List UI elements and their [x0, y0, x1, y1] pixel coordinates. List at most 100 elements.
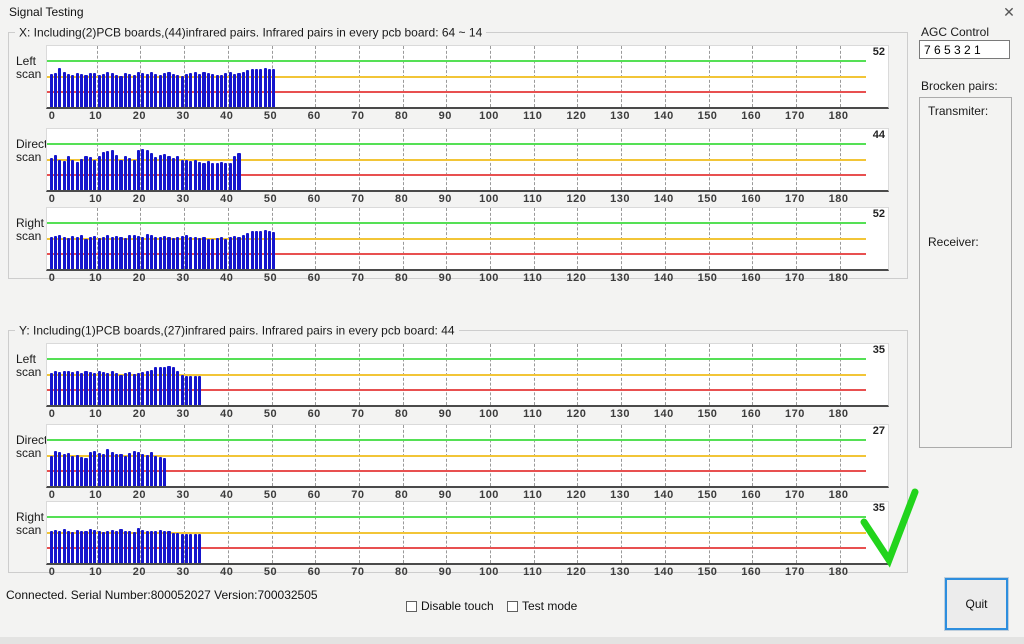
test-mode-checkbox[interactable]: Test mode: [507, 599, 577, 613]
signal-bar: [224, 73, 227, 107]
signal-bar: [102, 74, 105, 107]
signal-bar: [246, 233, 249, 269]
signal-bar: [98, 371, 101, 405]
signal-bar: [71, 75, 74, 107]
x-tick-label: 170: [785, 408, 805, 420]
quit-button[interactable]: Quit: [945, 578, 1008, 630]
signal-bar: [229, 163, 232, 190]
signal-bar: [106, 235, 109, 269]
signal-bar: [194, 72, 197, 107]
signal-bar: [63, 529, 66, 563]
x-tick-label: 160: [741, 489, 761, 501]
signal-bar: [220, 75, 223, 107]
signal-bar: [146, 150, 149, 190]
x-tick-label: 50: [264, 272, 277, 284]
signal-bar: [259, 231, 262, 269]
signal-bar: [54, 73, 57, 107]
signal-bar: [93, 160, 96, 191]
signal-bar: [119, 375, 122, 406]
agc-control-input[interactable]: [919, 40, 1010, 59]
close-icon[interactable]: ✕: [999, 2, 1019, 22]
signal-bar: [106, 449, 109, 486]
x-tick-label: 40: [220, 566, 233, 578]
signal-bar: [50, 531, 53, 563]
signal-bar: [216, 163, 219, 190]
signal-bar: [67, 238, 70, 269]
signal-bar: [58, 531, 61, 563]
signal-bar: [159, 530, 162, 563]
signal-bar: [224, 163, 227, 190]
signal-bar: [50, 456, 53, 487]
signal-bar: [233, 74, 236, 107]
signal-bar: [128, 235, 131, 269]
chart-plot-x-right: 52: [46, 207, 889, 271]
signal-bar: [98, 238, 101, 269]
x-tick-label: 30: [176, 110, 189, 122]
signal-bar: [119, 76, 122, 107]
x-tick-label: 90: [439, 408, 452, 420]
signal-bar: [172, 74, 175, 107]
scan-label: Left scan: [16, 55, 50, 81]
x-tick-label: 80: [395, 408, 408, 420]
scan-label: Direct scan: [16, 138, 50, 164]
x-tick-label: 130: [610, 566, 630, 578]
chart-row-y-direct: Direct scan 27 0102030405060708090100110…: [9, 424, 907, 502]
green-threshold-line: [47, 516, 866, 518]
x-tick-label: 160: [741, 272, 761, 284]
x-tick-label: 20: [133, 489, 146, 501]
checkbox-icon[interactable]: [507, 601, 518, 612]
signal-bar: [141, 73, 144, 107]
signal-bar: [198, 376, 201, 405]
checkbox-icon[interactable]: [406, 601, 417, 612]
x-tick-label: 60: [308, 272, 321, 284]
x-tick-label: 50: [264, 408, 277, 420]
x-tick-label: 50: [264, 566, 277, 578]
checkbox-label: Test mode: [522, 599, 577, 613]
x-tick-label: 20: [133, 408, 146, 420]
signal-bar: [216, 75, 219, 107]
signal-bar: [71, 372, 74, 405]
signal-bar: [167, 366, 170, 405]
x-tick-label: 110: [523, 566, 542, 578]
signal-bar: [54, 530, 57, 563]
signal-bar: [67, 371, 70, 405]
x-tick-label: 70: [351, 272, 364, 284]
signal-bar: [119, 529, 122, 563]
peak-value: 52: [873, 46, 885, 58]
disable-touch-checkbox[interactable]: Disable touch: [406, 599, 494, 613]
signal-bar: [237, 237, 240, 269]
x-tick-label: 140: [654, 566, 674, 578]
signal-bar: [93, 236, 96, 269]
x-tick-label: 120: [566, 489, 586, 501]
signal-bar: [242, 72, 245, 107]
x-tick-label: 50: [264, 489, 277, 501]
x-tick-label: 0: [49, 110, 56, 122]
signal-bar: [119, 454, 122, 486]
scan-label: Left scan: [16, 353, 50, 379]
signal-bar: [80, 457, 83, 486]
signal-bar: [246, 70, 249, 107]
red-threshold-line: [47, 470, 866, 472]
signal-bar: [146, 455, 149, 486]
x-tick-label: 120: [566, 566, 586, 578]
peak-value: 35: [873, 344, 885, 356]
signal-bar: [106, 72, 109, 107]
signal-bar: [128, 531, 131, 563]
signal-bar: [106, 373, 109, 405]
chart-row-y-left: Left scan 35 010203040506070809010011012…: [9, 343, 907, 421]
signal-bar: [115, 236, 118, 269]
x-tick-label: 10: [89, 110, 102, 122]
signal-bar: [102, 372, 105, 405]
signal-bar: [224, 239, 227, 270]
signal-bar: [111, 530, 114, 563]
x-tick-label: 90: [439, 566, 452, 578]
signal-bar: [154, 367, 157, 405]
signal-bar: [76, 371, 79, 405]
signal-bar: [272, 232, 275, 269]
x-tick-label: 100: [479, 272, 499, 284]
signal-bar: [194, 237, 197, 269]
x-tick-label: 80: [395, 272, 408, 284]
x-tick-label: 140: [654, 110, 674, 122]
signal-bar: [176, 533, 179, 563]
signal-bar: [124, 238, 127, 269]
